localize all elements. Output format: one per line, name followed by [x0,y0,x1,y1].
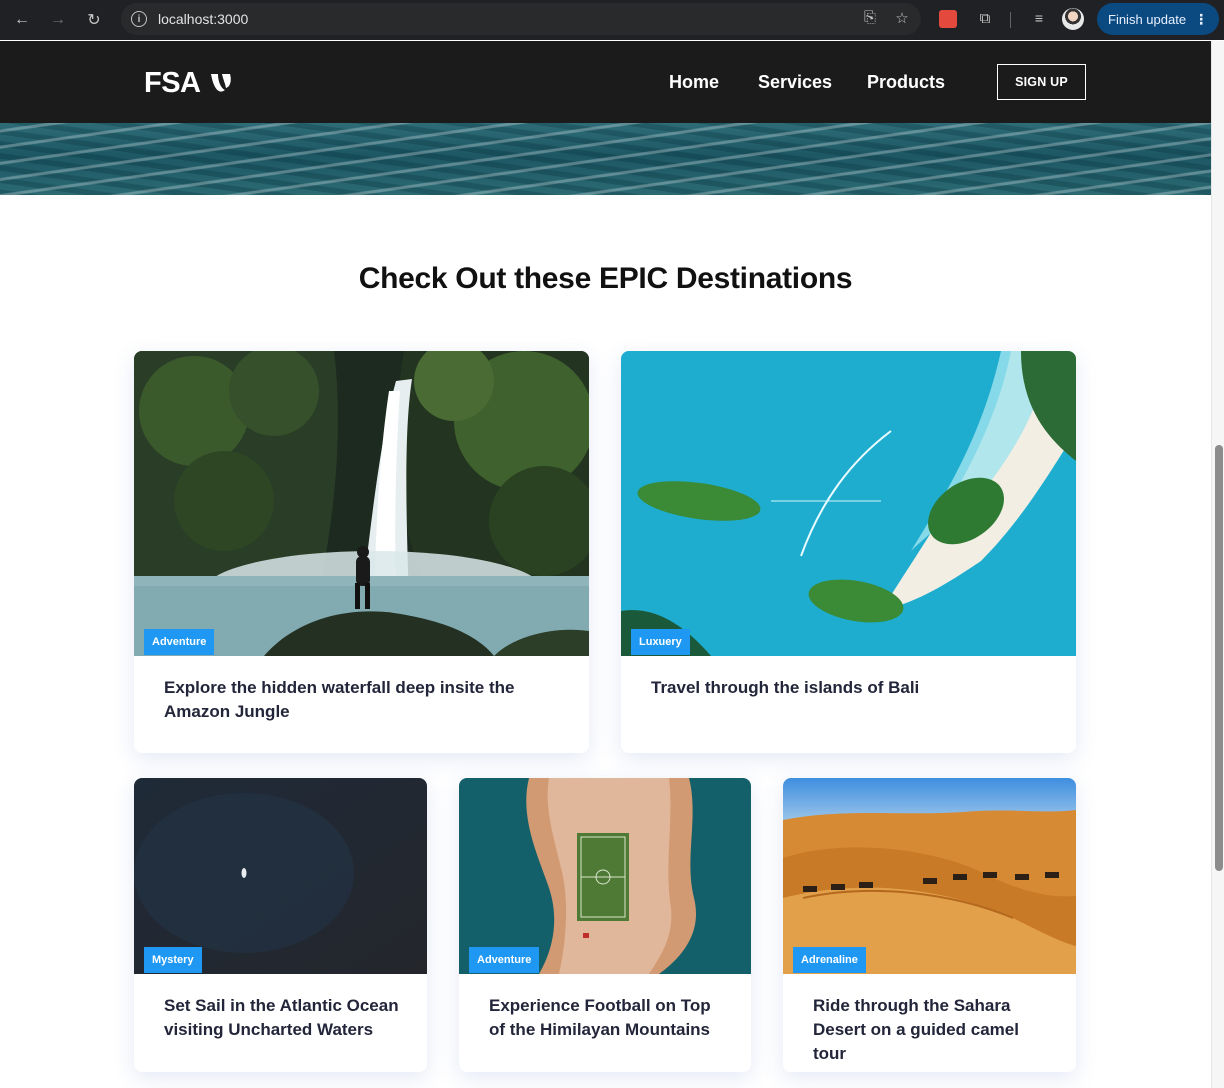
destination-card[interactable]: Adventure Experience Football on Top of … [459,778,751,1072]
logo-mark-icon [210,73,231,92]
destination-card[interactable]: Adrenaline Ride through the Sahara Deser… [783,778,1076,1072]
logo-text: FSA [144,67,201,99]
card-title[interactable]: Ride through the Sahara Desert on a guid… [813,994,1052,1066]
category-tag: Adventure [469,947,540,973]
category-tag: Adventure [144,629,215,655]
card-image-islands [621,351,1076,656]
category-tag: Luxuery [631,629,690,655]
section-title: Check Out these EPIC Destinations [358,262,853,295]
category-tag: Adrenaline [793,947,866,973]
extensions-puzzle-icon[interactable]: ⧉ [976,10,994,28]
site-logo[interactable]: FSA [144,67,234,100]
card-title[interactable]: Experience Football on Top of the Himila… [489,994,727,1042]
finish-update-button[interactable]: Finish update ⋮ [1097,3,1219,35]
card-image-ocean [134,778,427,974]
nav-link-services[interactable]: Services [758,72,832,93]
card-title[interactable]: Travel through the islands of Bali [651,676,1052,700]
scrollbar-thumb[interactable] [1215,445,1223,871]
forward-icon[interactable]: → [46,8,70,32]
nav-link-home[interactable]: Home [669,72,719,93]
hero-image [0,123,1211,195]
site-info-icon[interactable]: i [131,11,147,27]
extension-icon[interactable] [939,10,957,28]
bookmark-star-icon[interactable]: ☆ [893,9,911,27]
more-menu-icon: ⋮ [1194,10,1209,27]
card-image-desert [783,778,1076,974]
finish-update-label: Finish update [1108,11,1187,27]
card-image-football-field [459,778,751,974]
card-title[interactable]: Set Sail in the Atlantic Ocean visiting … [164,994,403,1042]
destination-card[interactable]: Luxuery Travel through the islands of Ba… [621,351,1076,753]
browser-toolbar: ← → ↻ i localhost:3000 ⎘ ☆ ⧉ ≡ Finish up… [0,0,1224,40]
media-controls-icon[interactable]: ≡ [1030,10,1048,28]
back-icon[interactable]: ← [10,8,34,32]
category-tag: Mystery [144,947,202,973]
site-header: FSA Home Services Products SIGN UP [0,41,1211,123]
url-text[interactable]: localhost:3000 [158,11,248,27]
card-image-waterfall [134,351,589,656]
destination-card[interactable]: Mystery Set Sail in the Atlantic Ocean v… [134,778,427,1072]
profile-avatar[interactable] [1062,8,1084,30]
reload-icon[interactable]: ↻ [82,8,106,32]
sign-up-button[interactable]: SIGN UP [997,64,1086,100]
install-app-icon[interactable]: ⎘ [861,9,879,27]
destination-card[interactable]: Adventure Explore the hidden waterfall d… [134,351,589,753]
nav-link-products[interactable]: Products [867,72,945,93]
address-bar[interactable]: i localhost:3000 ⎘ ☆ [121,3,921,35]
toolbar-divider [1010,12,1011,28]
scrollbar[interactable] [1211,41,1224,1088]
card-title[interactable]: Explore the hidden waterfall deep insite… [164,676,565,724]
